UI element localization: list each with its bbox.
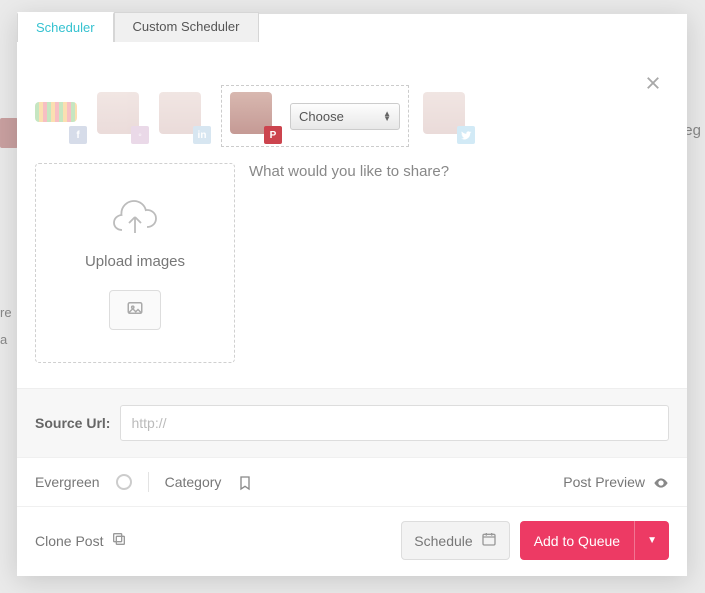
select-label: Choose: [299, 109, 344, 124]
schedule-button[interactable]: Schedule: [401, 521, 509, 560]
actions-row: Clone Post Schedule Add to Queue ▼: [17, 506, 687, 576]
options-row: Evergreen Category Post Preview: [17, 457, 687, 506]
bookmark-icon[interactable]: [237, 473, 253, 490]
account-facebook[interactable]: f: [35, 92, 83, 140]
compose-placeholder: What would you like to share?: [249, 163, 449, 180]
source-url-input[interactable]: [120, 405, 669, 441]
cloud-upload-icon: [111, 197, 159, 241]
image-picker-button[interactable]: [109, 290, 161, 330]
calendar-icon: [481, 531, 497, 550]
evergreen-toggle[interactable]: [116, 474, 132, 490]
bg-left-frag: re a: [0, 305, 12, 347]
clone-post-label: Clone Post: [35, 533, 103, 549]
facebook-icon: f: [69, 126, 87, 144]
upload-label: Upload images: [85, 253, 185, 270]
add-to-queue-dropdown[interactable]: ▼: [634, 521, 669, 560]
image-icon: [126, 299, 144, 317]
category-label: Category: [165, 474, 222, 490]
post-preview-label: Post Preview: [563, 474, 645, 490]
account-avatar: [35, 102, 77, 122]
compose-body: Upload images What would you like to sha…: [17, 157, 687, 388]
upload-images-box[interactable]: Upload images: [35, 163, 235, 363]
account-twitter[interactable]: [423, 92, 471, 140]
pinterest-board-select[interactable]: Choose ▲▼: [290, 103, 400, 130]
tab-bar: Scheduler Custom Scheduler: [17, 13, 687, 43]
add-to-queue-button[interactable]: Add to Queue: [520, 521, 634, 560]
add-to-queue-group: Add to Queue ▼: [520, 521, 669, 560]
account-linkedin[interactable]: in: [159, 92, 207, 140]
compose-textarea[interactable]: What would you like to share?: [249, 163, 669, 376]
tab-custom-scheduler[interactable]: Custom Scheduler: [114, 12, 259, 42]
chevron-updown-icon: ▲▼: [383, 111, 391, 121]
linkedin-icon: in: [193, 126, 211, 144]
bg-avatar: [0, 118, 18, 148]
eye-icon[interactable]: [653, 473, 669, 490]
instagram-icon: ◦: [131, 126, 149, 144]
twitter-icon: [457, 126, 475, 144]
pinterest-icon: P: [264, 126, 282, 144]
account-pinterest-group: P Choose ▲▼: [221, 85, 409, 147]
source-url-label: Source Url:: [35, 415, 110, 431]
account-selector-row: f ◦ in P Choose ▲▼: [17, 43, 687, 157]
tab-scheduler[interactable]: Scheduler: [17, 12, 114, 42]
evergreen-label: Evergreen: [35, 474, 100, 490]
source-url-row: Source Url:: [17, 388, 687, 457]
copy-icon[interactable]: [111, 531, 127, 550]
account-pinterest[interactable]: P: [230, 92, 278, 140]
account-instagram[interactable]: ◦: [97, 92, 145, 140]
schedule-button-label: Schedule: [414, 533, 472, 549]
separator: [148, 472, 149, 492]
close-icon[interactable]: [644, 74, 662, 97]
scheduler-modal: Scheduler Custom Scheduler f ◦ in P Choo…: [17, 14, 687, 576]
